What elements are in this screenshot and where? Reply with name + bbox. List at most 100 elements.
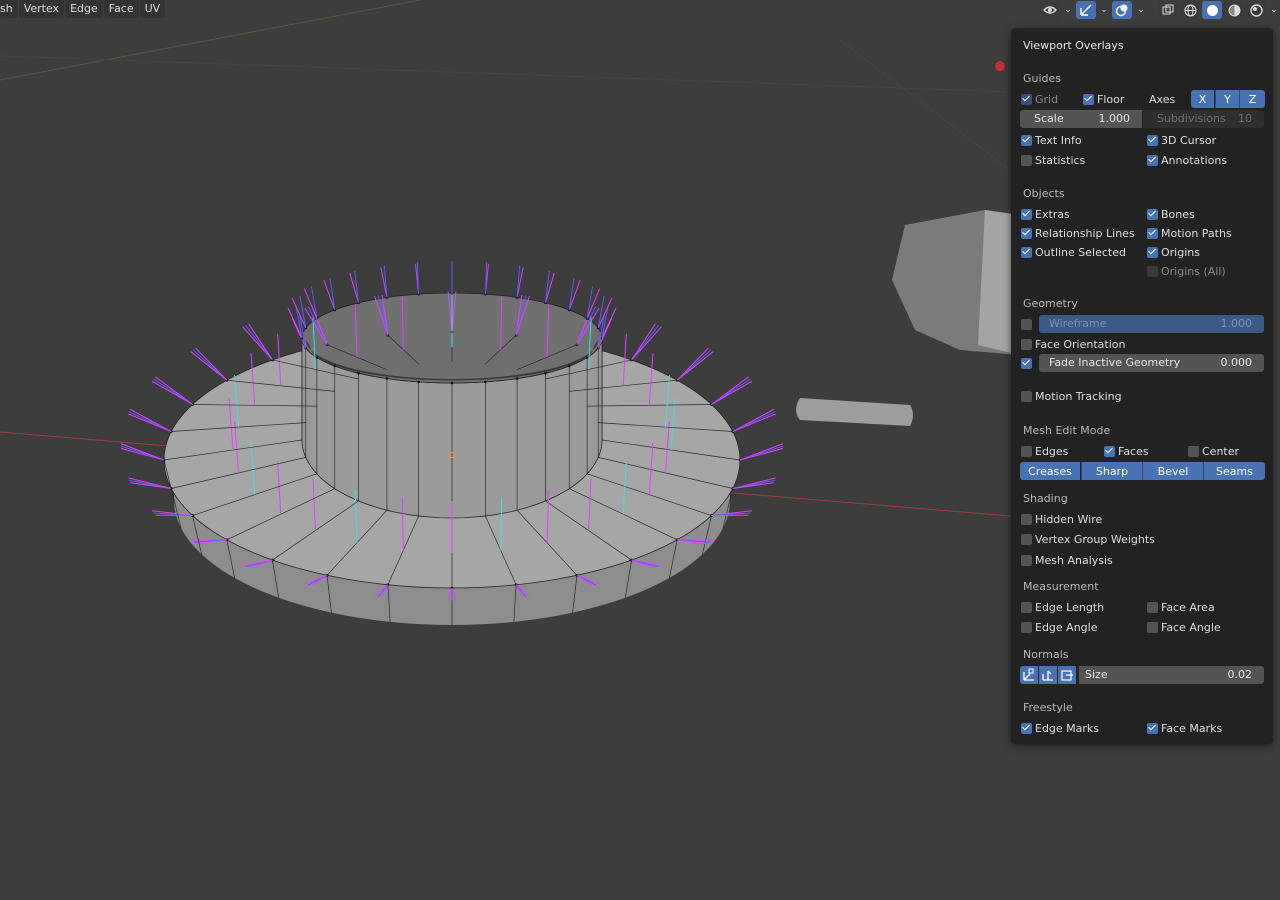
menu-uv[interactable]: UV xyxy=(139,0,166,18)
overlay-icon[interactable] xyxy=(1112,1,1132,19)
material-shading-icon[interactable] xyxy=(1224,1,1244,19)
edge-marks-checkbox[interactable] xyxy=(1021,723,1032,734)
bones-checkbox[interactable] xyxy=(1147,209,1158,220)
scale-label: Scale xyxy=(1034,112,1064,125)
edge-angle-checkbox[interactable] xyxy=(1021,622,1032,633)
motion-paths-checkbox[interactable] xyxy=(1147,228,1158,239)
mesh-analysis-label: Mesh Analysis xyxy=(1035,554,1113,567)
face-orientation-label: Face Orientation xyxy=(1035,338,1126,351)
normal-line xyxy=(739,447,784,461)
section-normals: Normals xyxy=(1023,648,1069,661)
mesh-analysis-checkbox[interactable] xyxy=(1021,555,1032,566)
xray-icon[interactable] xyxy=(1158,1,1178,19)
face-marks-checkbox[interactable] xyxy=(1147,723,1158,734)
gizmo-icon[interactable] xyxy=(1076,1,1096,19)
origins-label: Origins xyxy=(1161,246,1200,259)
wireframe-label: Wireframe xyxy=(1049,317,1107,330)
normal-line xyxy=(129,408,172,432)
origins-checkbox[interactable] xyxy=(1147,247,1158,258)
mesh-vertex xyxy=(544,371,547,375)
section-geometry: Geometry xyxy=(1023,297,1078,310)
motion-tracking-checkbox[interactable] xyxy=(1021,391,1032,402)
normal-line xyxy=(586,288,601,319)
wireframe-shading-icon[interactable] xyxy=(1180,1,1200,19)
seams-toggle[interactable]: Seams xyxy=(1203,462,1265,480)
extras-label: Extras xyxy=(1035,208,1070,221)
extras-checkbox[interactable] xyxy=(1021,209,1032,220)
faces-label: Faces xyxy=(1118,445,1149,458)
face-angle-checkbox[interactable] xyxy=(1147,622,1158,633)
vertex-group-weights-checkbox[interactable] xyxy=(1021,534,1032,545)
hidden-wire-checkbox[interactable] xyxy=(1021,514,1032,525)
normal-line xyxy=(310,286,318,319)
3d-cursor-label: 3D Cursor xyxy=(1161,134,1217,147)
face-area-label: Face Area xyxy=(1161,601,1215,614)
mesh-vertex xyxy=(333,364,337,368)
annotations-checkbox[interactable] xyxy=(1147,155,1158,166)
statistics-checkbox[interactable] xyxy=(1021,155,1032,166)
wireframe-field[interactable]: Wireframe 1.000 xyxy=(1039,315,1264,333)
rendered-shading-icon[interactable] xyxy=(1246,1,1266,19)
grid-checkbox[interactable] xyxy=(1021,94,1032,105)
section-shading: Shading xyxy=(1023,492,1068,505)
menu-edge[interactable]: Edge xyxy=(65,0,103,18)
relationship-lines-checkbox[interactable] xyxy=(1021,228,1032,239)
menu-face[interactable]: Face xyxy=(103,0,139,18)
vertex-group-weights-label: Vertex Group Weights xyxy=(1035,533,1155,546)
chevron-down-icon[interactable]: ⌄ xyxy=(1268,1,1280,19)
wireframe-value: 1.000 xyxy=(1220,317,1253,330)
creases-toggle[interactable]: Creases xyxy=(1020,462,1080,480)
3d-cursor-checkbox[interactable] xyxy=(1147,135,1158,146)
fade-inactive-value: 0.000 xyxy=(1220,356,1253,369)
normals-size-field[interactable]: Size 0.02 xyxy=(1079,666,1264,684)
center-checkbox[interactable] xyxy=(1188,446,1199,457)
sharp-toggle[interactable]: Sharp xyxy=(1081,462,1142,480)
normal-line xyxy=(245,324,273,361)
wireframe-checkbox[interactable] xyxy=(1021,319,1032,330)
face-normals-icon[interactable] xyxy=(1058,666,1076,684)
floor-checkbox[interactable] xyxy=(1083,94,1094,105)
normal-line xyxy=(601,307,617,339)
visibility-icon[interactable] xyxy=(1040,1,1060,19)
text-info-checkbox[interactable] xyxy=(1021,135,1032,146)
fade-inactive-field[interactable]: Fade Inactive Geometry 0.000 xyxy=(1039,354,1264,372)
solid-shading-icon[interactable] xyxy=(1202,1,1222,19)
overlay-chevron-icon[interactable]: ⌄ xyxy=(1134,1,1148,19)
fade-inactive-checkbox[interactable] xyxy=(1021,358,1032,369)
chevron-down-icon[interactable]: ⌄ xyxy=(1098,1,1110,19)
hidden-wire-label: Hidden Wire xyxy=(1035,513,1103,526)
split-normals-icon[interactable] xyxy=(1039,666,1057,684)
faces-checkbox[interactable] xyxy=(1104,446,1115,457)
normal-line xyxy=(416,262,420,295)
mesh-vertex xyxy=(385,377,389,380)
origins-all-checkbox[interactable] xyxy=(1147,266,1158,277)
visibility-tools: ⌄ ⌄ ⌄ xyxy=(1040,1,1148,20)
subdivisions-value: 10 xyxy=(1238,112,1252,125)
edges-checkbox[interactable] xyxy=(1021,446,1032,457)
face-orientation-checkbox[interactable] xyxy=(1021,339,1032,350)
grid-line xyxy=(0,55,1011,93)
edge-length-checkbox[interactable] xyxy=(1021,602,1032,613)
face-marks-label: Face Marks xyxy=(1161,722,1223,735)
axis-x-toggle[interactable]: X xyxy=(1191,90,1214,108)
ring-mesh xyxy=(120,261,784,625)
axis-y-toggle[interactable]: Y xyxy=(1215,90,1239,108)
mesh-vertex xyxy=(585,356,589,359)
face-area-checkbox[interactable] xyxy=(1147,602,1158,613)
text-info-label: Text Info xyxy=(1035,134,1082,147)
edges-label: Edges xyxy=(1035,445,1069,458)
outline-selected-checkbox[interactable] xyxy=(1021,247,1032,258)
axis-z-toggle[interactable]: Z xyxy=(1239,90,1265,108)
viewport-overlays-panel: Viewport Overlays Guides Grid Floor Axes… xyxy=(1011,28,1273,744)
bevel-toggle[interactable]: Bevel xyxy=(1142,462,1203,480)
edge-length-label: Edge Length xyxy=(1035,601,1105,614)
scale-value: 1.000 xyxy=(1098,112,1131,125)
normal-line xyxy=(323,279,336,311)
menu-vertex[interactable]: Vertex xyxy=(18,0,65,18)
vertex-normals-icon[interactable] xyxy=(1020,666,1038,684)
chevron-down-icon[interactable]: ⌄ xyxy=(1062,1,1074,19)
scale-field[interactable]: Scale 1.000 xyxy=(1020,110,1142,128)
menu-mesh[interactable]: sh xyxy=(0,0,18,18)
subdivisions-field[interactable]: Subdivisions 10 xyxy=(1143,110,1264,128)
normal-line xyxy=(120,443,165,461)
